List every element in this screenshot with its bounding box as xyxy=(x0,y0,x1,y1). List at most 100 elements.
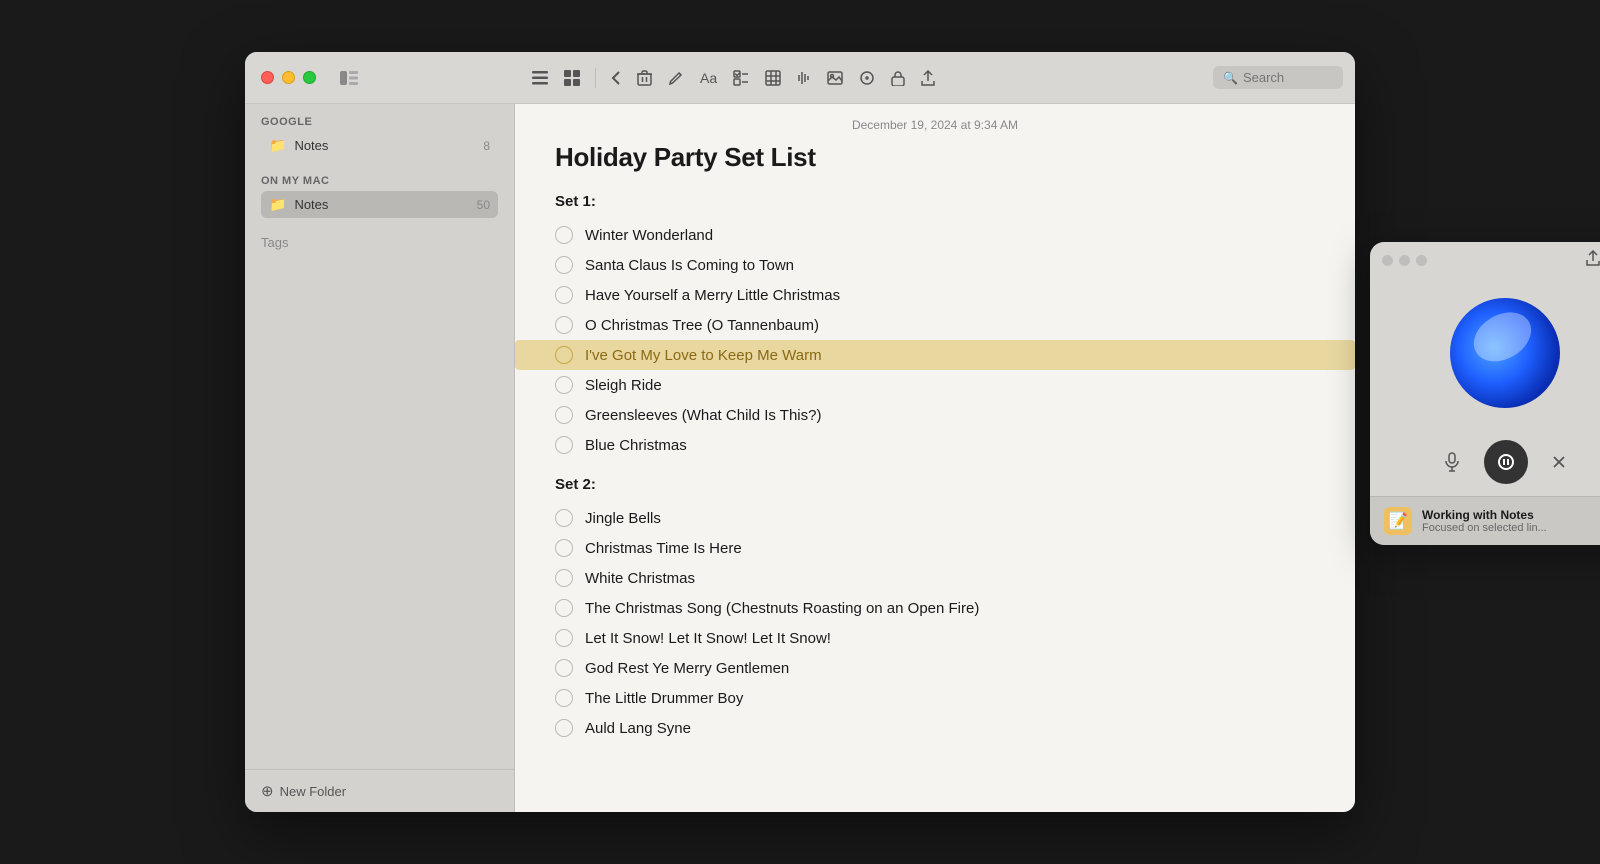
item-text-3: O Christmas Tree (O Tannenbaum) xyxy=(585,317,819,334)
item-text-2: Have Yourself a Merry Little Christmas xyxy=(585,287,840,304)
checklist-item-s2-4[interactable]: Let It Snow! Let It Snow! Let It Snow! xyxy=(547,623,1323,653)
checkbox-s2-6[interactable] xyxy=(555,689,573,707)
widget-dot-1 xyxy=(1382,255,1393,266)
widget-visual xyxy=(1370,278,1600,428)
table-button[interactable] xyxy=(760,65,786,91)
audio-button[interactable] xyxy=(792,65,816,91)
main-content: Google 📁 Notes 8 On My Mac 📁 Notes 50 xyxy=(245,104,1355,812)
checklist-item-2[interactable]: Have Yourself a Merry Little Christmas xyxy=(547,280,1323,310)
checkbox-s2-2[interactable] xyxy=(555,569,573,587)
widget-dot-3 xyxy=(1416,255,1427,266)
sidebar-footer: ⊕ New Folder xyxy=(245,769,514,812)
checkbox-4[interactable] xyxy=(555,346,573,364)
checkbox-s2-0[interactable] xyxy=(555,509,573,527)
tags-section: Tags xyxy=(245,222,514,256)
checkbox-s2-4[interactable] xyxy=(555,629,573,647)
checkbox-s2-1[interactable] xyxy=(555,539,573,557)
close-button[interactable] xyxy=(261,71,274,84)
checklist-item-s2-5[interactable]: God Rest Ye Merry Gentlemen xyxy=(547,653,1323,683)
checkbox-3[interactable] xyxy=(555,316,573,334)
checklist-item-1[interactable]: Santa Claus Is Coming to Town xyxy=(547,250,1323,280)
widget-notif-icon: 📝 xyxy=(1384,507,1412,535)
mac-notes-count: 50 xyxy=(477,198,490,212)
delete-button[interactable] xyxy=(632,65,657,91)
checklist-item-s2-3[interactable]: The Christmas Song (Chestnuts Roasting o… xyxy=(547,593,1323,623)
checklist-item-5[interactable]: Sleigh Ride xyxy=(547,370,1323,400)
checklist-item-s2-2[interactable]: White Christmas xyxy=(547,563,1323,593)
item-text-6: Greensleeves (What Child Is This?) xyxy=(585,407,821,424)
item-text-4: I've Got My Love to Keep Me Warm xyxy=(585,347,822,364)
draw-button[interactable] xyxy=(854,65,880,91)
set2-heading: Set 2: xyxy=(555,476,1315,493)
font-button[interactable]: Aa xyxy=(695,65,722,91)
maximize-button[interactable] xyxy=(303,71,316,84)
grid-view-button[interactable] xyxy=(559,65,585,91)
checklist-item-s2-0[interactable]: Jingle Bells xyxy=(547,503,1323,533)
checklist-item-s2-6[interactable]: The Little Drummer Boy xyxy=(547,683,1323,713)
checklist-item-3[interactable]: O Christmas Tree (O Tannenbaum) xyxy=(547,310,1323,340)
checklist-item-s2-7[interactable]: Auld Lang Syne xyxy=(547,713,1323,743)
note-editor: December 19, 2024 at 9:34 AM Holiday Par… xyxy=(515,104,1355,812)
item-text-s2-3: The Christmas Song (Chestnuts Roasting o… xyxy=(585,600,979,617)
search-input[interactable] xyxy=(1243,70,1333,85)
traffic-lights xyxy=(245,71,515,85)
checkbox-7[interactable] xyxy=(555,436,573,454)
checkbox-5[interactable] xyxy=(555,376,573,394)
item-text-s2-2: White Christmas xyxy=(585,570,695,587)
search-box[interactable]: 🔍 xyxy=(1213,66,1343,89)
widget-controls xyxy=(1370,428,1600,496)
widget-share-button[interactable] xyxy=(1586,250,1600,270)
checklist-item-7[interactable]: Blue Christmas xyxy=(547,430,1323,460)
widget-notification: 📝 Working with Notes Focused on selected… xyxy=(1370,496,1600,545)
new-folder-label: New Folder xyxy=(280,784,346,799)
checkbox-s2-3[interactable] xyxy=(555,599,573,617)
checkbox-0[interactable] xyxy=(555,226,573,244)
item-text-5: Sleigh Ride xyxy=(585,377,662,394)
floating-widget: 📝 Working with Notes Focused on selected… xyxy=(1370,242,1600,545)
item-text-0: Winter Wonderland xyxy=(585,227,713,244)
minimize-button[interactable] xyxy=(282,71,295,84)
checklist-button[interactable] xyxy=(728,65,754,91)
back-button[interactable] xyxy=(606,65,626,91)
item-text-1: Santa Claus Is Coming to Town xyxy=(585,257,794,274)
compose-button[interactable] xyxy=(663,65,689,91)
checkbox-s2-7[interactable] xyxy=(555,719,573,737)
widget-mic-button[interactable] xyxy=(1444,452,1460,472)
toolbar: Aa xyxy=(515,65,1355,91)
sidebar-item-google-notes[interactable]: 📁 Notes 8 xyxy=(261,132,498,159)
mac-section: On My Mac 📁 Notes 50 xyxy=(245,163,514,222)
note-content[interactable]: Holiday Party Set List Set 1: Winter Won… xyxy=(515,142,1355,812)
widget-album-art xyxy=(1450,298,1560,408)
lock-button[interactable] xyxy=(886,65,910,91)
widget-close-button[interactable] xyxy=(1552,455,1566,469)
checkbox-2[interactable] xyxy=(555,286,573,304)
google-notes-label: Notes xyxy=(294,138,475,153)
list-view-button[interactable] xyxy=(527,66,553,90)
checklist-item-s2-1[interactable]: Christmas Time Is Here xyxy=(547,533,1323,563)
search-icon: 🔍 xyxy=(1223,71,1238,85)
widget-play-button[interactable] xyxy=(1484,440,1528,484)
item-text-s2-7: Auld Lang Syne xyxy=(585,720,691,737)
folder-icon: 📁 xyxy=(269,137,286,154)
sidebar-toggle-button[interactable] xyxy=(340,71,358,85)
item-text-7: Blue Christmas xyxy=(585,437,687,454)
google-section-title: Google xyxy=(261,116,498,128)
tags-label: Tags xyxy=(261,235,288,250)
toolbar-separator xyxy=(595,68,596,88)
main-window: Aa xyxy=(245,52,1355,812)
share-button[interactable] xyxy=(916,65,940,91)
checkbox-s2-5[interactable] xyxy=(555,659,573,677)
item-text-s2-4: Let It Snow! Let It Snow! Let It Snow! xyxy=(585,630,831,647)
checklist-item-6[interactable]: Greensleeves (What Child Is This?) xyxy=(547,400,1323,430)
new-folder-button[interactable]: ⊕ New Folder xyxy=(261,782,346,800)
media-button[interactable] xyxy=(822,66,848,90)
checklist-item-4[interactable]: I've Got My Love to Keep Me Warm xyxy=(515,340,1355,370)
checkbox-6[interactable] xyxy=(555,406,573,424)
widget-notif-subtitle: Focused on selected lin... xyxy=(1422,522,1591,534)
checklist-item-0[interactable]: Winter Wonderland xyxy=(547,220,1323,250)
plus-icon: ⊕ xyxy=(261,782,274,800)
sidebar-item-mac-notes[interactable]: 📁 Notes 50 xyxy=(261,191,498,218)
checkbox-1[interactable] xyxy=(555,256,573,274)
mac-notes-label: Notes xyxy=(294,197,468,212)
note-date: December 19, 2024 at 9:34 AM xyxy=(515,104,1355,142)
